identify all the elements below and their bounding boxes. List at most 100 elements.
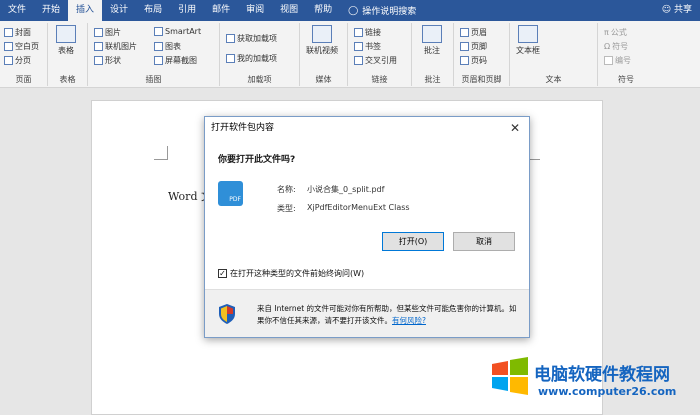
- smartart-icon: [154, 27, 163, 36]
- shapes-button[interactable]: 形状: [94, 55, 121, 66]
- comment-icon: [422, 25, 442, 43]
- chart-label: 图表: [165, 42, 181, 51]
- pdf-icon-text: PDF: [229, 196, 241, 203]
- margin-corner-left: [154, 146, 168, 160]
- tab-references[interactable]: 引用: [170, 0, 204, 21]
- open-button[interactable]: 打开(O): [382, 232, 444, 251]
- ribbon: 封面 空白页 分页 页面 表格 表格 图片 联机图片 形状 SmartArt 图…: [0, 21, 700, 88]
- cancel-button[interactable]: 取消: [453, 232, 515, 251]
- symbol-button[interactable]: Ω 符号: [604, 41, 628, 52]
- share-label: 共享: [673, 5, 692, 15]
- checkbox-box[interactable]: ✓: [218, 269, 227, 278]
- get-addins-button[interactable]: 获取加载项: [226, 33, 277, 44]
- comment-label: 批注: [424, 46, 440, 55]
- close-icon[interactable]: ✕: [507, 120, 523, 136]
- online-picture-label: 联机图片: [105, 42, 137, 51]
- online-picture-button[interactable]: 联机图片: [94, 41, 137, 52]
- textbox-button[interactable]: 文本框: [516, 25, 540, 56]
- blank-page-label: 空白页: [15, 42, 39, 51]
- group-illustrations: 图片 联机图片 形状 SmartArt 图表 屏幕截图 插图: [88, 23, 220, 86]
- group-label-illustrations: 插图: [145, 75, 162, 84]
- page-break-icon: [4, 56, 13, 65]
- bookmark-icon: [354, 42, 363, 51]
- screenshot-icon: [154, 56, 163, 65]
- link-icon: [354, 28, 363, 37]
- chart-button[interactable]: 图表: [154, 41, 181, 52]
- group-label-header-footer: 页眉和页脚: [461, 75, 502, 84]
- equation-button[interactable]: π 公式: [604, 27, 627, 38]
- tell-me-search[interactable]: ◯ 操作说明搜索: [340, 4, 416, 18]
- number-button[interactable]: 编号: [604, 55, 631, 66]
- equation-label: 公式: [610, 28, 627, 37]
- cover-page-button[interactable]: 封面: [4, 27, 31, 38]
- page-break-label: 分页: [15, 56, 31, 65]
- my-addins-label: 我的加载项: [237, 54, 277, 63]
- tab-view[interactable]: 视图: [272, 0, 306, 21]
- always-ask-label: 在打开这种类型的文件前始终询问(W): [230, 269, 365, 278]
- chart-icon: [154, 42, 163, 51]
- group-links: 链接 书签 交叉引用 链接: [348, 23, 412, 86]
- risk-link[interactable]: 有何风险?: [392, 316, 426, 325]
- ribbon-tab-bar: 文件 开始 插入 设计 布局 引用 邮件 审阅 视图 帮助 ◯ 操作说明搜索 ☺…: [0, 0, 700, 21]
- page-number-button[interactable]: 页码: [460, 55, 487, 66]
- pdf-file-icon: PDF: [218, 181, 243, 206]
- screenshot-button[interactable]: 屏幕截图: [154, 55, 197, 66]
- cross-reference-button[interactable]: 交叉引用: [354, 55, 397, 66]
- group-label-addins: 加载项: [247, 75, 272, 84]
- textbox-label: 文本框: [516, 46, 540, 55]
- header-button[interactable]: 页眉: [460, 27, 487, 38]
- group-label-symbols: 符号: [618, 75, 634, 84]
- table-button[interactable]: 表格: [56, 25, 76, 56]
- tab-help[interactable]: 帮助: [306, 0, 340, 21]
- number-icon: [604, 56, 613, 65]
- textbox-icon: [518, 25, 538, 43]
- comment-button[interactable]: 批注: [422, 25, 442, 56]
- shapes-label: 形状: [105, 56, 121, 65]
- person-icon: ☺: [661, 5, 674, 15]
- footer-button[interactable]: 页脚: [460, 41, 487, 52]
- table-label: 表格: [58, 46, 74, 55]
- group-header-footer: 页眉 页脚 页码 页眉和页脚: [454, 23, 510, 86]
- tab-design[interactable]: 设计: [102, 0, 136, 21]
- page-number-label: 页码: [471, 56, 487, 65]
- bookmark-label: 书签: [365, 42, 381, 51]
- shapes-icon: [94, 56, 103, 65]
- page-break-button[interactable]: 分页: [4, 55, 31, 66]
- smartart-button[interactable]: SmartArt: [154, 27, 201, 36]
- get-addins-label: 获取加载项: [237, 34, 277, 43]
- tab-file[interactable]: 文件: [0, 0, 34, 21]
- cross-reference-icon: [354, 56, 363, 65]
- footer-icon: [460, 42, 469, 51]
- always-ask-checkbox[interactable]: ✓ 在打开这种类型的文件前始终询问(W): [218, 268, 364, 279]
- group-symbols: π 公式 Ω 符号 编号 符号: [598, 23, 654, 86]
- name-label: 名称:: [277, 185, 296, 194]
- my-addins-button[interactable]: 我的加载项: [226, 53, 277, 64]
- tab-layout[interactable]: 布局: [136, 0, 170, 21]
- picture-label: 图片: [105, 28, 121, 37]
- omega-icon: Ω: [604, 42, 611, 51]
- cover-page-label: 封面: [15, 28, 31, 37]
- file-type-value: XjPdfEditorMenuExt Class: [307, 203, 410, 212]
- group-label-pages: 页面: [15, 75, 32, 84]
- group-media: 联机视频 媒体: [300, 23, 348, 86]
- online-video-button[interactable]: 联机视频: [306, 25, 338, 56]
- group-comments: 批注 批注: [412, 23, 454, 86]
- page-number-icon: [460, 56, 469, 65]
- tab-mailings[interactable]: 邮件: [204, 0, 238, 21]
- tab-home[interactable]: 开始: [34, 0, 68, 21]
- table-icon: [56, 25, 76, 43]
- blank-page-button[interactable]: 空白页: [4, 41, 39, 52]
- tab-review[interactable]: 审阅: [238, 0, 272, 21]
- link-button[interactable]: 链接: [354, 27, 381, 38]
- tab-insert[interactable]: 插入: [68, 0, 103, 21]
- shield-icon: [219, 304, 235, 324]
- open-package-dialog: 打开软件包内容 ✕ 你要打开此文件吗? PDF 名称: 小说合集_0_split…: [204, 116, 530, 338]
- bookmark-button[interactable]: 书签: [354, 41, 381, 52]
- group-label-text: 文本: [545, 75, 562, 84]
- group-label-table: 表格: [59, 75, 76, 84]
- picture-button[interactable]: 图片: [94, 27, 121, 38]
- share-button[interactable]: ☺ 共享: [662, 0, 692, 21]
- footer-label: 页脚: [471, 42, 487, 51]
- dialog-question: 你要打开此文件吗?: [218, 155, 296, 165]
- site-watermark: 电脑软硬件教程网 www.computer26.com: [490, 356, 690, 406]
